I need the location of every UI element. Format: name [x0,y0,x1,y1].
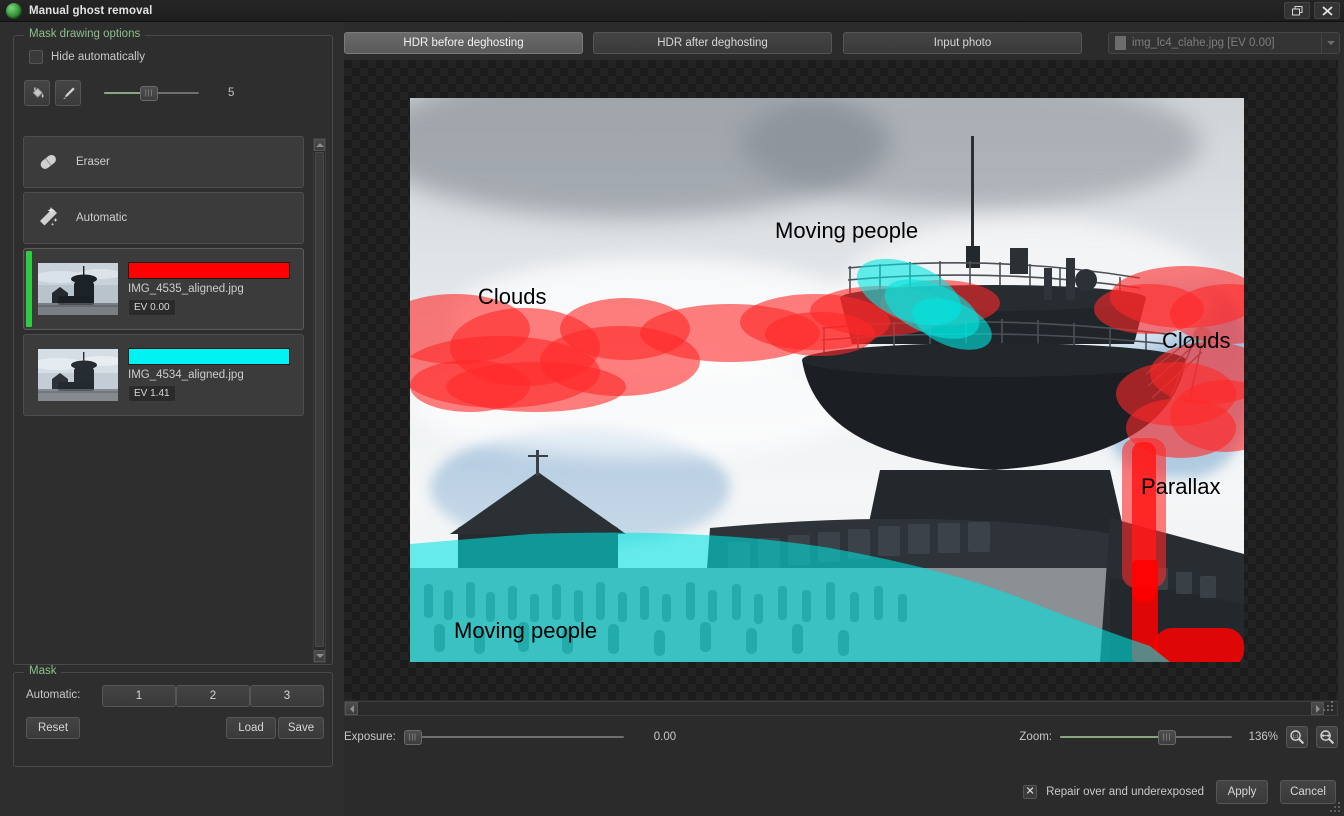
app-logo-icon [6,2,22,19]
repair-over-underexposed-checkbox[interactable] [1023,785,1038,799]
input-photo-select[interactable]: img_lc4_clahe.jpg [EV 0.00] [1108,32,1340,54]
brush-tool-button[interactable] [55,80,81,106]
layer-meta: IMG_4535_aligned.jpg EV 0.00 [128,262,290,316]
image-canvas[interactable]: Moving people Clouds Clouds Parallax Mov… [344,60,1338,700]
hide-automatically-row[interactable]: Hide automatically [29,50,145,64]
thumbnail-swatch-icon [1115,36,1126,50]
layer-ev-badge: EV 0.00 [128,299,176,316]
tab-input-photo[interactable]: Input photo [843,32,1082,54]
restore-window-button[interactable] [1284,2,1310,19]
zoom-slider[interactable] [1060,729,1232,745]
tab-hdr-after-deghosting[interactable]: HDR after deghosting [593,32,832,54]
annotation-moving-people-bottom: Moving people [454,618,598,643]
layer-ev-badge: EV 1.41 [128,385,176,402]
scroll-left-arrow[interactable] [345,702,358,715]
exposure-track [403,736,624,738]
annotation-clouds-right: Clouds [1162,328,1231,353]
scrollbar-thumb[interactable] [315,152,324,647]
layer-color-swatch[interactable] [128,348,290,365]
svg-text:1:1: 1:1 [1293,733,1300,738]
drawing-tools-row: 5 [24,80,234,106]
layer-thumbnail [38,349,118,401]
view-tab-bar: HDR before deghosting HDR after deghosti… [344,30,1344,56]
mask-drawing-options-group: Mask drawing options Hide automatically [13,28,333,665]
load-mask-button[interactable]: Load [226,717,276,739]
automatic-preset-2-button[interactable]: 2 [176,685,250,707]
hide-automatically-checkbox[interactable] [29,50,43,64]
zoom-track-filled [1060,736,1167,738]
annotation-clouds-left: Clouds [478,284,547,309]
exposure-control: Exposure: 0.00 [344,726,676,748]
hide-automatically-label: Hide automatically [51,51,145,63]
zoom-value: 136% [1248,731,1278,743]
repair-over-underexposed-row[interactable]: Repair over and underexposed [1023,785,1204,799]
zoom-label: Zoom: [1019,731,1052,743]
window-title: Manual ghost removal [29,4,153,17]
brush-size-filled [104,92,144,94]
magic-wand-icon [40,207,58,226]
photo-preview[interactable]: Moving people Clouds Clouds Parallax Mov… [410,98,1244,662]
exposure-handle[interactable] [403,730,422,745]
list-item-automatic-label: Automatic [76,212,128,224]
list-item-automatic[interactable]: Automatic [23,192,304,244]
automatic-preset-3-button[interactable]: 3 [250,685,324,707]
mask-source-list: Eraser Automatic IMG_4535_aligned.jpg EV… [23,136,309,420]
brush-size-slider[interactable] [104,85,199,101]
annotation-parallax: Parallax [1141,474,1221,499]
selected-indicator [26,251,32,327]
cancel-button[interactable]: Cancel [1280,780,1336,804]
zoom-control: Zoom: 136% 1:1 [1019,724,1338,750]
reset-mask-button[interactable]: Reset [26,717,80,739]
list-item-eraser[interactable]: Eraser [23,136,304,188]
canvas-resize-grip[interactable] [1323,701,1335,713]
brush-size-handle[interactable] [140,86,159,101]
zoom-one-to-one-button[interactable]: 1:1 [1286,726,1308,748]
left-panel: Mask drawing options Hide automatically [0,22,344,816]
mask-region-cyan [410,532,1170,662]
scroll-down-arrow[interactable] [314,650,325,662]
window-title-bar: Manual ghost removal [0,0,1344,22]
list-item-layer-0[interactable]: IMG_4535_aligned.jpg EV 0.00 [23,248,304,330]
list-item-layer-1[interactable]: IMG_4534_aligned.jpg EV 1.41 [23,334,304,416]
exposure-label: Exposure: [344,731,396,743]
window-controls [1284,2,1340,19]
annotation-moving-people-top: Moving people [775,218,919,243]
input-photo-select-value: img_lc4_clahe.jpg [EV 0.00] [1132,37,1275,49]
repair-over-underexposed-label: Repair over and underexposed [1046,786,1204,798]
automatic-label: Automatic: [26,689,81,701]
layer-file-label: IMG_4534_aligned.jpg [128,369,244,381]
list-item-eraser-label: Eraser [76,156,110,168]
automatic-preset-1-button[interactable]: 1 [102,685,176,707]
zoom-fit-button[interactable] [1316,726,1338,748]
mask-list-scrollbar[interactable] [313,138,326,663]
canvas-horizontal-scrollbar[interactable] [344,701,1338,716]
mask-group: Mask Automatic: 1 2 3 Reset Load Save [13,665,333,767]
zoom-handle[interactable] [1158,730,1177,745]
exposure-value: 0.00 [653,731,677,743]
mask-drawing-options-title: Mask drawing options [24,28,146,40]
apply-button[interactable]: Apply [1216,780,1268,804]
chevron-down-icon[interactable] [1321,33,1339,53]
tab-hdr-before-deghosting[interactable]: HDR before deghosting [344,32,583,54]
layer-file-label: IMG_4535_aligned.jpg [128,283,244,295]
scroll-up-arrow[interactable] [314,139,325,151]
eraser-icon [40,154,56,169]
layer-meta: IMG_4534_aligned.jpg EV 1.41 [128,348,290,402]
exposure-slider[interactable] [403,729,624,745]
layer-color-swatch[interactable] [128,262,290,279]
window-resize-grip[interactable] [1329,801,1342,814]
mask-group-title: Mask [24,665,62,677]
save-mask-button[interactable]: Save [278,717,324,739]
close-window-button[interactable] [1314,2,1340,19]
dialog-footer: Repair over and underexposed Apply Cance… [1023,779,1336,805]
layer-thumbnail [38,263,118,315]
brush-size-value: 5 [228,87,235,99]
fill-bucket-tool-button[interactable] [24,80,50,106]
